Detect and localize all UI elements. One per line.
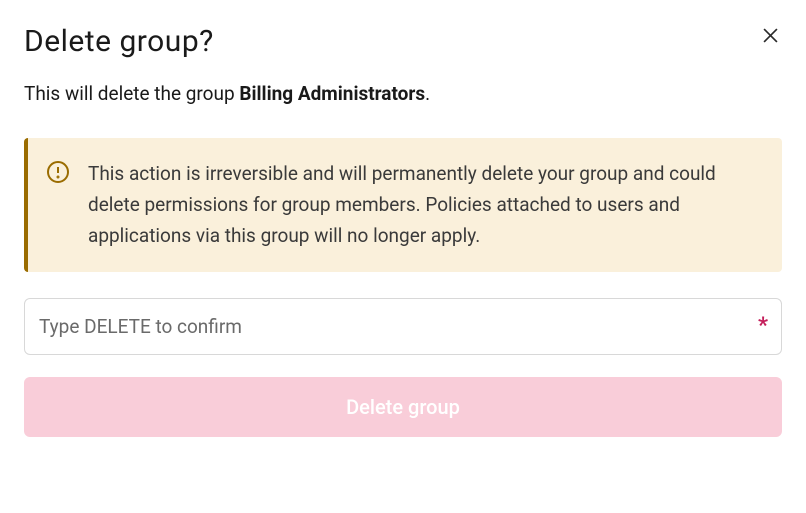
modal-subtitle: This will delete the group Billing Admin… (24, 81, 782, 108)
modal-title: Delete group? (24, 24, 214, 59)
subtitle-prefix: This will delete the group (24, 82, 239, 105)
subtitle-group-name: Billing Administrators (239, 82, 425, 105)
confirm-input[interactable] (24, 298, 782, 355)
warning-text: This action is irreversible and will per… (88, 158, 758, 252)
modal-header: Delete group? (24, 24, 782, 59)
close-button[interactable] (759, 24, 782, 47)
close-icon (763, 28, 778, 43)
subtitle-suffix: . (425, 82, 430, 105)
delete-group-button[interactable]: Delete group (24, 377, 782, 437)
warning-banner: This action is irreversible and will per… (24, 138, 782, 272)
warning-icon (46, 160, 70, 184)
confirm-input-wrapper: * (24, 298, 782, 355)
